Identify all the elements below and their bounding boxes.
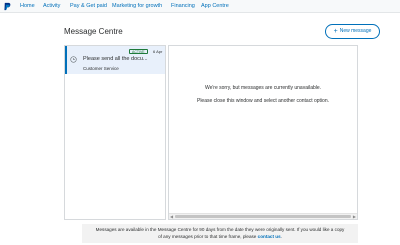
nav-activity[interactable]: Activity — [43, 3, 60, 10]
new-message-button[interactable]: + New message — [325, 24, 380, 39]
scroll-right-icon[interactable]: ▶ — [353, 214, 356, 219]
top-navigation-bar: Home Activity Pay & Get paid Marketing f… — [0, 0, 400, 13]
nav-home[interactable]: Home — [20, 3, 35, 10]
nav-app-centre[interactable]: App Centre — [201, 3, 229, 10]
nav-marketing-for-growth[interactable]: Marketing for growth — [112, 3, 162, 10]
retention-notice-line-2: of any messages prior to that time frame… — [82, 233, 358, 240]
page-title: Message Centre — [64, 27, 123, 36]
paypal-logo-icon[interactable] — [3, 2, 12, 11]
retention-notice-prefix: of any messages prior to that time frame… — [158, 234, 257, 239]
message-list-item[interactable]: ACTIVE 6 Apr Please send all the docu...… — [65, 46, 165, 74]
plus-icon: + — [333, 28, 338, 35]
horizontal-scrollbar[interactable]: ◀ ▶ — [169, 213, 357, 219]
contact-us-link[interactable]: contact us — [258, 234, 281, 239]
scrollbar-thumb[interactable] — [175, 215, 351, 218]
nav-pay-and-get-paid[interactable]: Pay & Get paid — [70, 3, 107, 10]
scroll-left-icon[interactable]: ◀ — [170, 214, 173, 219]
new-message-label: New message — [339, 28, 372, 34]
message-clock-icon — [70, 56, 77, 63]
unavailable-instruction: Please close this window and select anot… — [196, 98, 330, 104]
message-date: 6 Apr — [153, 49, 163, 54]
message-list-pane: ACTIVE 6 Apr Please send all the docu...… — [64, 45, 166, 220]
message-sender: Customer Service — [83, 66, 119, 71]
retention-notice-suffix: . — [280, 234, 282, 239]
message-subject: Please send all the docu... — [83, 56, 148, 62]
status-badge: ACTIVE — [129, 49, 148, 54]
message-detail-pane: We're sorry, but messages are currently … — [168, 45, 358, 220]
nav-financing[interactable]: Financing — [171, 3, 195, 10]
retention-notice-line-1: Messages are available in the Message Ce… — [95, 227, 345, 232]
retention-notice: Messages are available in the Message Ce… — [82, 224, 358, 243]
unavailable-message: We're sorry, but messages are currently … — [204, 85, 322, 91]
